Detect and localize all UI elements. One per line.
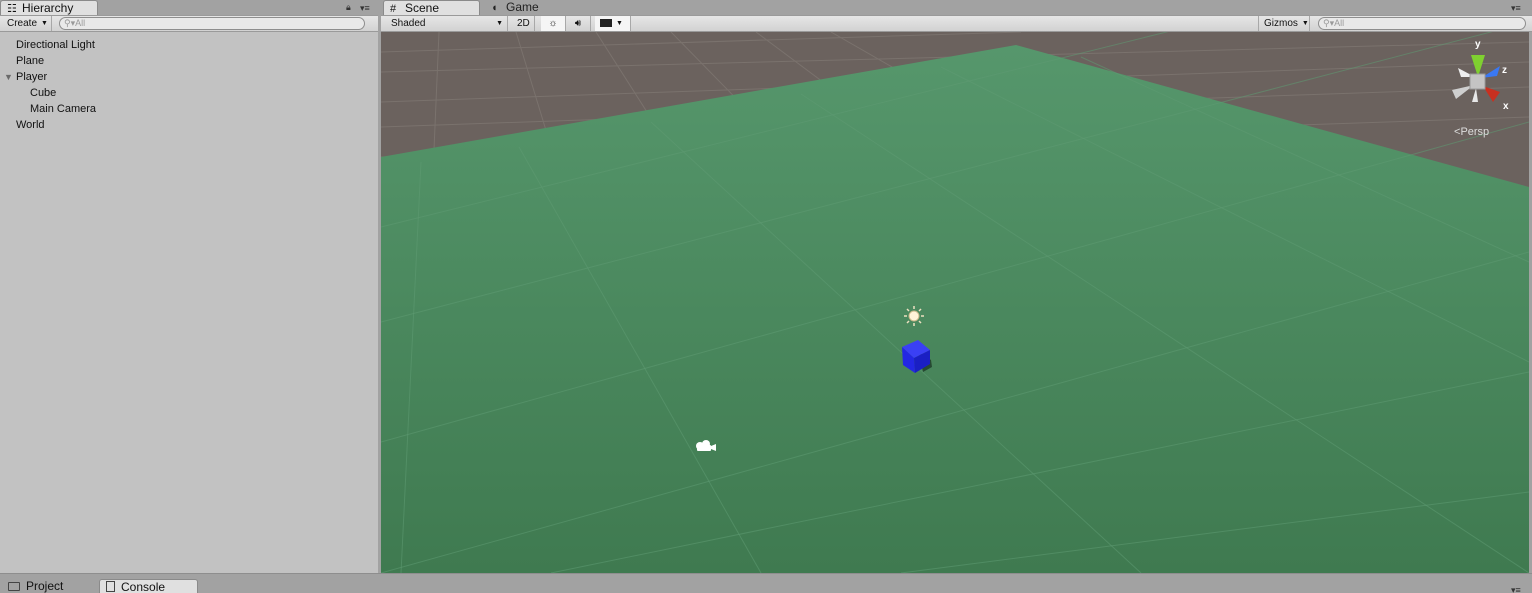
panel-menu-icon[interactable]: ▾≡ bbox=[1511, 3, 1521, 14]
sun-icon: ☼ bbox=[548, 18, 558, 29]
bottom-tabbar: Project Console ▾≡ bbox=[0, 573, 1532, 593]
lighting-toggle[interactable]: ☼ bbox=[541, 16, 566, 31]
toggle-2d-button[interactable]: 2D bbox=[512, 16, 535, 31]
chevron-down-icon: ▼ bbox=[41, 20, 48, 27]
hierarchy-item[interactable]: Main Camera bbox=[0, 101, 378, 117]
speaker-icon: 🔊︎ bbox=[574, 18, 582, 29]
search-placeholder: All bbox=[1334, 18, 1345, 28]
tab-console[interactable]: Console bbox=[99, 579, 198, 593]
hierarchy-item[interactable]: Directional Light bbox=[0, 37, 378, 53]
gizmos-dropdown[interactable]: Gizmos ▼ bbox=[1258, 16, 1310, 31]
ground-plane bbox=[381, 45, 1529, 573]
scene-view-canvas bbox=[381, 32, 1529, 573]
search-icon: ⚲▾ bbox=[64, 18, 76, 28]
chevron-down-icon: ▼ bbox=[496, 20, 503, 27]
create-label: Create bbox=[7, 18, 38, 29]
hierarchy-item[interactable]: World bbox=[0, 117, 378, 133]
hierarchy-item-label: Main Camera bbox=[30, 103, 97, 115]
expand-triangle-icon[interactable]: ▼ bbox=[4, 69, 16, 85]
audio-toggle[interactable]: 🔊︎ bbox=[566, 16, 591, 31]
hierarchy-tabbar: ☷ Hierarchy 🔒︎ ▾≡ bbox=[0, 0, 378, 15]
hierarchy-item[interactable]: Cube bbox=[0, 85, 378, 101]
hierarchy-item-label: Plane bbox=[16, 55, 45, 67]
panel-menu-icon[interactable]: ▾≡ bbox=[1511, 585, 1521, 593]
hierarchy-item-label: Cube bbox=[30, 87, 57, 99]
shading-mode-dropdown[interactable]: Shaded ▼ bbox=[386, 16, 508, 31]
scene-viewport[interactable]: y z x <Persp bbox=[381, 32, 1529, 573]
hierarchy-tree: Directional Light Plane ▼ Player Cube Mai… bbox=[0, 37, 378, 133]
gizmos-label: Gizmos bbox=[1264, 18, 1298, 29]
gizmo-y-label: y bbox=[1475, 39, 1481, 50]
orientation-gizmo[interactable] bbox=[1452, 55, 1500, 102]
directional-light-icon[interactable] bbox=[904, 306, 924, 326]
hierarchy-item-label: World bbox=[16, 119, 45, 131]
effects-toggle[interactable]: ▼ bbox=[595, 16, 631, 31]
toggle-2d-label: 2D bbox=[517, 18, 530, 29]
create-button[interactable]: Create ▼ bbox=[2, 16, 52, 31]
tab-project[interactable]: Project bbox=[2, 579, 92, 593]
search-placeholder: All bbox=[75, 18, 86, 28]
hierarchy-item[interactable]: ▼ Player bbox=[0, 69, 378, 85]
gizmo-z-label: z bbox=[1502, 65, 1507, 76]
gizmo-x-label: x bbox=[1503, 101, 1509, 112]
pacman-icon: ◖ bbox=[491, 2, 498, 14]
tab-game-label: Game bbox=[506, 0, 539, 14]
shading-mode-label: Shaded bbox=[391, 18, 426, 29]
hierarchy-toolbar: Create ▼ ⚲▾All bbox=[0, 15, 378, 32]
projection-label: Persp bbox=[1460, 126, 1490, 138]
tab-project-label: Project bbox=[26, 579, 64, 593]
projection-toggle[interactable]: <Persp bbox=[1454, 126, 1489, 138]
hierarchy-panel: ☷ Hierarchy 🔒︎ ▾≡ Create ▼ ⚲▾All Direction… bbox=[0, 0, 378, 573]
scene-toolbar: Shaded ▼ 2D ☼ 🔊︎ ▼ Gizmos ▼ ⚲▾All bbox=[381, 15, 1532, 32]
console-icon bbox=[106, 581, 115, 592]
tab-scene[interactable]: # Scene bbox=[383, 0, 480, 15]
scene-search-input[interactable]: ⚲▾All bbox=[1318, 17, 1526, 30]
hierarchy-item[interactable]: Plane bbox=[0, 53, 378, 69]
panel-menu-icon[interactable]: ▾≡ bbox=[360, 3, 370, 14]
lock-icon[interactable]: 🔒︎ bbox=[346, 2, 351, 13]
tab-console-label: Console bbox=[121, 580, 166, 593]
tab-hierarchy[interactable]: ☷ Hierarchy bbox=[0, 0, 98, 15]
chevron-down-icon: ▼ bbox=[1301, 20, 1309, 27]
scene-panel: # Scene ◖ Game ▾≡ Shaded ▼ 2D ☼ 🔊︎ ▼ Gizmos… bbox=[381, 0, 1532, 573]
search-icon: ⚲▾ bbox=[1323, 18, 1335, 28]
unity-editor: ☷ Hierarchy 🔒︎ ▾≡ Create ▼ ⚲▾All Direction… bbox=[0, 0, 1532, 593]
scene-tabbar: # Scene ◖ Game ▾≡ bbox=[381, 0, 1532, 15]
folder-icon bbox=[8, 582, 20, 591]
image-icon bbox=[600, 19, 612, 27]
chevron-down-icon: ▼ bbox=[616, 20, 623, 27]
tab-hierarchy-label: Hierarchy bbox=[22, 1, 74, 15]
hierarchy-search-input[interactable]: ⚲▾All bbox=[59, 17, 365, 30]
hierarchy-item-label: Player bbox=[16, 71, 48, 83]
tab-scene-label: Scene bbox=[405, 1, 440, 15]
tab-game[interactable]: ◖ Game bbox=[485, 0, 575, 15]
hierarchy-item-label: Directional Light bbox=[16, 39, 95, 51]
